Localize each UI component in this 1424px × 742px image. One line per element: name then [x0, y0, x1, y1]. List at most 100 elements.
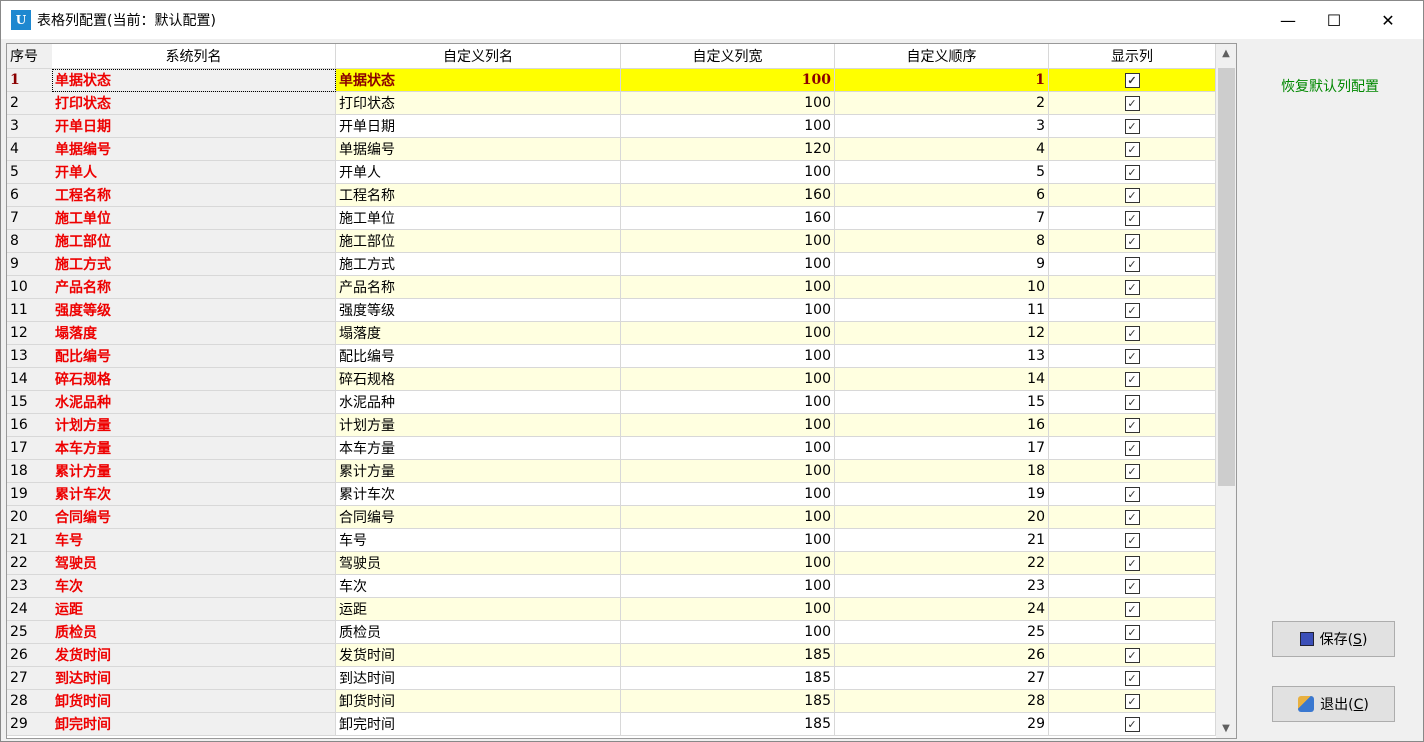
table-row[interactable]: 4 单据编号 单据编号 120 4 ✓ — [7, 138, 1216, 161]
custom-width[interactable]: 100 — [621, 161, 835, 184]
custom-order[interactable]: 4 — [835, 138, 1049, 161]
custom-name[interactable]: 碎石规格 — [336, 368, 621, 391]
custom-order[interactable]: 2 — [835, 92, 1049, 115]
custom-width[interactable]: 100 — [621, 506, 835, 529]
table-row[interactable]: 5 开单人 开单人 100 5 ✓ — [7, 161, 1216, 184]
custom-order[interactable]: 15 — [835, 391, 1049, 414]
header-custom-name[interactable]: 自定义列名 — [336, 44, 621, 69]
custom-width[interactable]: 100 — [621, 621, 835, 644]
custom-name[interactable]: 计划方量 — [336, 414, 621, 437]
visible-checkbox[interactable]: ✓ — [1124, 486, 1140, 502]
custom-name[interactable]: 打印状态 — [336, 92, 621, 115]
custom-order[interactable]: 3 — [835, 115, 1049, 138]
visible-checkbox[interactable]: ✓ — [1124, 509, 1140, 525]
visible-checkbox[interactable]: ✓ — [1124, 348, 1140, 364]
custom-name[interactable]: 发货时间 — [336, 644, 621, 667]
custom-name[interactable]: 质检员 — [336, 621, 621, 644]
scroll-down-icon[interactable]: ▼ — [1216, 723, 1236, 734]
table-row[interactable]: 15 水泥品种 水泥品种 100 15 ✓ — [7, 391, 1216, 414]
scroll-up-icon[interactable]: ▲ — [1216, 48, 1236, 59]
custom-order[interactable]: 28 — [835, 690, 1049, 713]
custom-name[interactable]: 本车方量 — [336, 437, 621, 460]
custom-width[interactable]: 100 — [621, 414, 835, 437]
save-button[interactable]: 保存(S) — [1272, 621, 1395, 657]
visible-checkbox[interactable]: ✓ — [1124, 164, 1140, 180]
table-row[interactable]: 27 到达时间 到达时间 185 27 ✓ — [7, 667, 1216, 690]
custom-width[interactable]: 100 — [621, 368, 835, 391]
custom-width[interactable]: 100 — [621, 69, 835, 92]
custom-order[interactable]: 20 — [835, 506, 1049, 529]
custom-width[interactable]: 100 — [621, 437, 835, 460]
table-row[interactable]: 22 驾驶员 驾驶员 100 22 ✓ — [7, 552, 1216, 575]
custom-order[interactable]: 6 — [835, 184, 1049, 207]
custom-name[interactable]: 卸货时间 — [336, 690, 621, 713]
custom-width[interactable]: 100 — [621, 598, 835, 621]
table-row[interactable]: 10 产品名称 产品名称 100 10 ✓ — [7, 276, 1216, 299]
custom-width[interactable]: 100 — [621, 230, 835, 253]
exit-button[interactable]: 退出(C) — [1272, 686, 1395, 722]
custom-width[interactable]: 185 — [621, 690, 835, 713]
custom-width[interactable]: 100 — [621, 345, 835, 368]
custom-order[interactable]: 17 — [835, 437, 1049, 460]
custom-width[interactable]: 100 — [621, 115, 835, 138]
table-row[interactable]: 24 运距 运距 100 24 ✓ — [7, 598, 1216, 621]
table-row[interactable]: 13 配比编号 配比编号 100 13 ✓ — [7, 345, 1216, 368]
custom-width[interactable]: 100 — [621, 391, 835, 414]
custom-width[interactable]: 100 — [621, 322, 835, 345]
custom-width[interactable]: 100 — [621, 460, 835, 483]
table-row[interactable]: 11 强度等级 强度等级 100 11 ✓ — [7, 299, 1216, 322]
custom-name[interactable]: 合同编号 — [336, 506, 621, 529]
scroll-thumb[interactable] — [1218, 68, 1235, 486]
custom-name[interactable]: 强度等级 — [336, 299, 621, 322]
custom-width[interactable]: 100 — [621, 483, 835, 506]
header-custom-width[interactable]: 自定义列宽 — [621, 44, 835, 69]
custom-order[interactable]: 19 — [835, 483, 1049, 506]
table-row[interactable]: 7 施工单位 施工单位 160 7 ✓ — [7, 207, 1216, 230]
custom-order[interactable]: 23 — [835, 575, 1049, 598]
custom-name[interactable]: 驾驶员 — [336, 552, 621, 575]
custom-order[interactable]: 25 — [835, 621, 1049, 644]
visible-checkbox[interactable]: ✓ — [1124, 670, 1140, 686]
custom-order[interactable]: 13 — [835, 345, 1049, 368]
custom-width[interactable]: 160 — [621, 184, 835, 207]
table-row[interactable]: 16 计划方量 计划方量 100 16 ✓ — [7, 414, 1216, 437]
custom-width[interactable]: 185 — [621, 713, 835, 736]
maximize-button[interactable]: ☐ — [1307, 1, 1361, 39]
custom-order[interactable]: 24 — [835, 598, 1049, 621]
visible-checkbox[interactable]: ✓ — [1124, 532, 1140, 548]
custom-name[interactable]: 开单日期 — [336, 115, 621, 138]
visible-checkbox[interactable]: ✓ — [1124, 624, 1140, 640]
custom-name[interactable]: 累计方量 — [336, 460, 621, 483]
visible-checkbox[interactable]: ✓ — [1124, 118, 1140, 134]
visible-checkbox[interactable]: ✓ — [1124, 279, 1140, 295]
custom-name[interactable]: 单据状态 — [336, 69, 621, 92]
custom-name[interactable]: 开单人 — [336, 161, 621, 184]
visible-checkbox[interactable]: ✓ — [1124, 302, 1140, 318]
custom-width[interactable]: 100 — [621, 575, 835, 598]
table-row[interactable]: 9 施工方式 施工方式 100 9 ✓ — [7, 253, 1216, 276]
header-visible[interactable]: 显示列 — [1049, 44, 1216, 69]
vertical-scrollbar[interactable]: ▲ ▼ — [1216, 44, 1236, 738]
visible-checkbox[interactable]: ✓ — [1124, 647, 1140, 663]
table-row[interactable]: 6 工程名称 工程名称 160 6 ✓ — [7, 184, 1216, 207]
custom-name[interactable]: 塌落度 — [336, 322, 621, 345]
header-system-name[interactable]: 系统列名 — [52, 44, 336, 69]
custom-width[interactable]: 100 — [621, 92, 835, 115]
table-row[interactable]: 21 车号 车号 100 21 ✓ — [7, 529, 1216, 552]
custom-width[interactable]: 100 — [621, 276, 835, 299]
custom-width[interactable]: 185 — [621, 667, 835, 690]
custom-width[interactable]: 160 — [621, 207, 835, 230]
table-row[interactable]: 1 单据状态 单据状态 100 1 ✓ — [7, 69, 1216, 92]
visible-checkbox[interactable]: ✓ — [1124, 578, 1140, 594]
visible-checkbox[interactable]: ✓ — [1124, 141, 1140, 157]
custom-name[interactable]: 运距 — [336, 598, 621, 621]
custom-order[interactable]: 22 — [835, 552, 1049, 575]
custom-width[interactable]: 100 — [621, 552, 835, 575]
visible-checkbox[interactable]: ✓ — [1124, 325, 1140, 341]
visible-checkbox[interactable]: ✓ — [1124, 210, 1140, 226]
custom-name[interactable]: 单据编号 — [336, 138, 621, 161]
custom-order[interactable]: 21 — [835, 529, 1049, 552]
custom-order[interactable]: 9 — [835, 253, 1049, 276]
visible-checkbox[interactable]: ✓ — [1124, 256, 1140, 272]
custom-name[interactable]: 车次 — [336, 575, 621, 598]
